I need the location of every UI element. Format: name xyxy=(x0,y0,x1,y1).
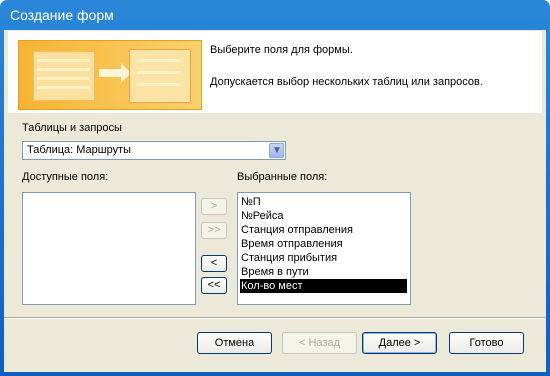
list-item[interactable]: №П xyxy=(240,195,409,209)
window-title: Создание форм xyxy=(10,7,114,23)
title-bar[interactable]: Создание форм xyxy=(0,0,550,30)
header-panel: Выберите поля для формы. Допускается выб… xyxy=(8,31,542,113)
list-item-selected[interactable]: Кол-во мест xyxy=(240,279,407,293)
form-wizard-window: Создание форм Выберите поля для формы. Д… xyxy=(0,0,550,376)
header-hint: Допускается выбор нескольких таблиц или … xyxy=(210,76,483,88)
next-button[interactable]: Далее > xyxy=(362,332,437,354)
list-item[interactable]: Станция отправления xyxy=(240,223,409,237)
remove-field-button[interactable]: < xyxy=(201,255,227,272)
selected-fields-label: Выбранные поля: xyxy=(237,171,328,183)
tables-label: Таблицы и запросы xyxy=(22,122,122,134)
tables-dropdown-value: Таблица: Маршруты xyxy=(27,144,132,156)
back-button[interactable]: < Назад xyxy=(282,332,357,354)
list-item[interactable]: Время отправления xyxy=(240,237,409,251)
cancel-button[interactable]: Отмена xyxy=(197,332,272,354)
remove-all-fields-button[interactable]: << xyxy=(201,277,227,294)
list-item[interactable]: Станция прибытия xyxy=(240,251,409,265)
list-item[interactable]: Время в пути xyxy=(240,265,409,279)
wizard-illustration-icon xyxy=(18,40,202,110)
dialog-client-area: Выберите поля для формы. Допускается выб… xyxy=(4,30,546,372)
header-instruction: Выберите поля для формы. xyxy=(210,44,353,56)
tables-dropdown[interactable]: Таблица: Маршруты ▼ xyxy=(22,141,286,160)
available-fields-list[interactable] xyxy=(22,192,196,305)
list-item[interactable]: №Рейса xyxy=(240,209,409,223)
finish-button[interactable]: Готово xyxy=(449,332,524,354)
chevron-down-icon[interactable]: ▼ xyxy=(269,143,284,158)
add-field-button[interactable]: > xyxy=(201,198,227,215)
footer-divider xyxy=(4,317,546,319)
selected-fields-list[interactable]: №П №Рейса Станция отправления Время отпр… xyxy=(237,192,411,305)
add-all-fields-button[interactable]: >> xyxy=(201,222,227,239)
available-fields-label: Доступные поля: xyxy=(22,171,109,183)
